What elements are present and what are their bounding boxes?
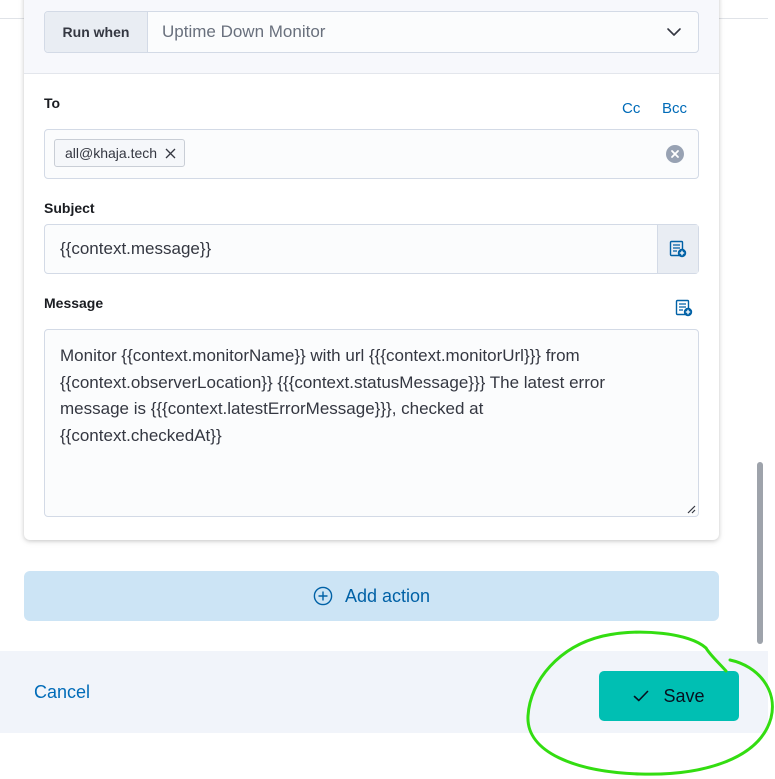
message-label: Message xyxy=(44,295,104,311)
run-when-section: Run when Uptime Down Monitor xyxy=(24,0,719,74)
clear-all-icon[interactable] xyxy=(666,145,684,163)
chevron-down-icon[interactable] xyxy=(666,24,682,40)
run-when-value: Uptime Down Monitor xyxy=(162,22,326,41)
remove-recipient-icon[interactable] xyxy=(165,148,176,159)
resize-handle-icon[interactable] xyxy=(686,504,696,514)
run-when-select[interactable]: Run when Uptime Down Monitor xyxy=(44,11,699,53)
run-when-label: Run when xyxy=(45,12,148,52)
add-action-label: Add action xyxy=(344,585,431,606)
cc-link[interactable]: Cc xyxy=(622,100,640,117)
add-action-button[interactable]: Add action xyxy=(24,571,719,621)
subject-input[interactable]: {{context.message}} xyxy=(44,224,699,274)
flyout-footer: Cancel Save xyxy=(0,651,768,733)
subject-value: {{context.message}} xyxy=(60,239,212,258)
save-label: Save xyxy=(663,685,705,706)
message-value: Monitor {{context.monitorName}} with url… xyxy=(60,346,605,445)
subject-add-variable-button[interactable] xyxy=(657,225,698,273)
action-panel: Run when Uptime Down Monitor To Cc Bcc a… xyxy=(24,0,719,540)
add-variable-icon xyxy=(675,299,693,317)
plus-circle-icon xyxy=(313,586,333,606)
to-label: To xyxy=(44,95,61,111)
message-textarea[interactable]: Monitor {{context.monitorName}} with url… xyxy=(44,329,699,517)
bcc-link[interactable]: Bcc xyxy=(662,100,687,117)
recipient-chip: all@khaja.tech xyxy=(54,139,186,167)
check-icon xyxy=(634,690,649,702)
message-add-variable-button[interactable] xyxy=(674,298,694,318)
subject-label: Subject xyxy=(44,200,95,216)
scrollbar-thumb[interactable] xyxy=(757,462,763,644)
to-combobox[interactable]: all@khaja.tech xyxy=(44,129,699,179)
add-variable-icon xyxy=(669,240,687,258)
recipient-email: all@khaja.tech xyxy=(65,145,158,161)
cancel-button[interactable]: Cancel xyxy=(34,651,90,733)
save-button[interactable]: Save xyxy=(599,671,739,721)
